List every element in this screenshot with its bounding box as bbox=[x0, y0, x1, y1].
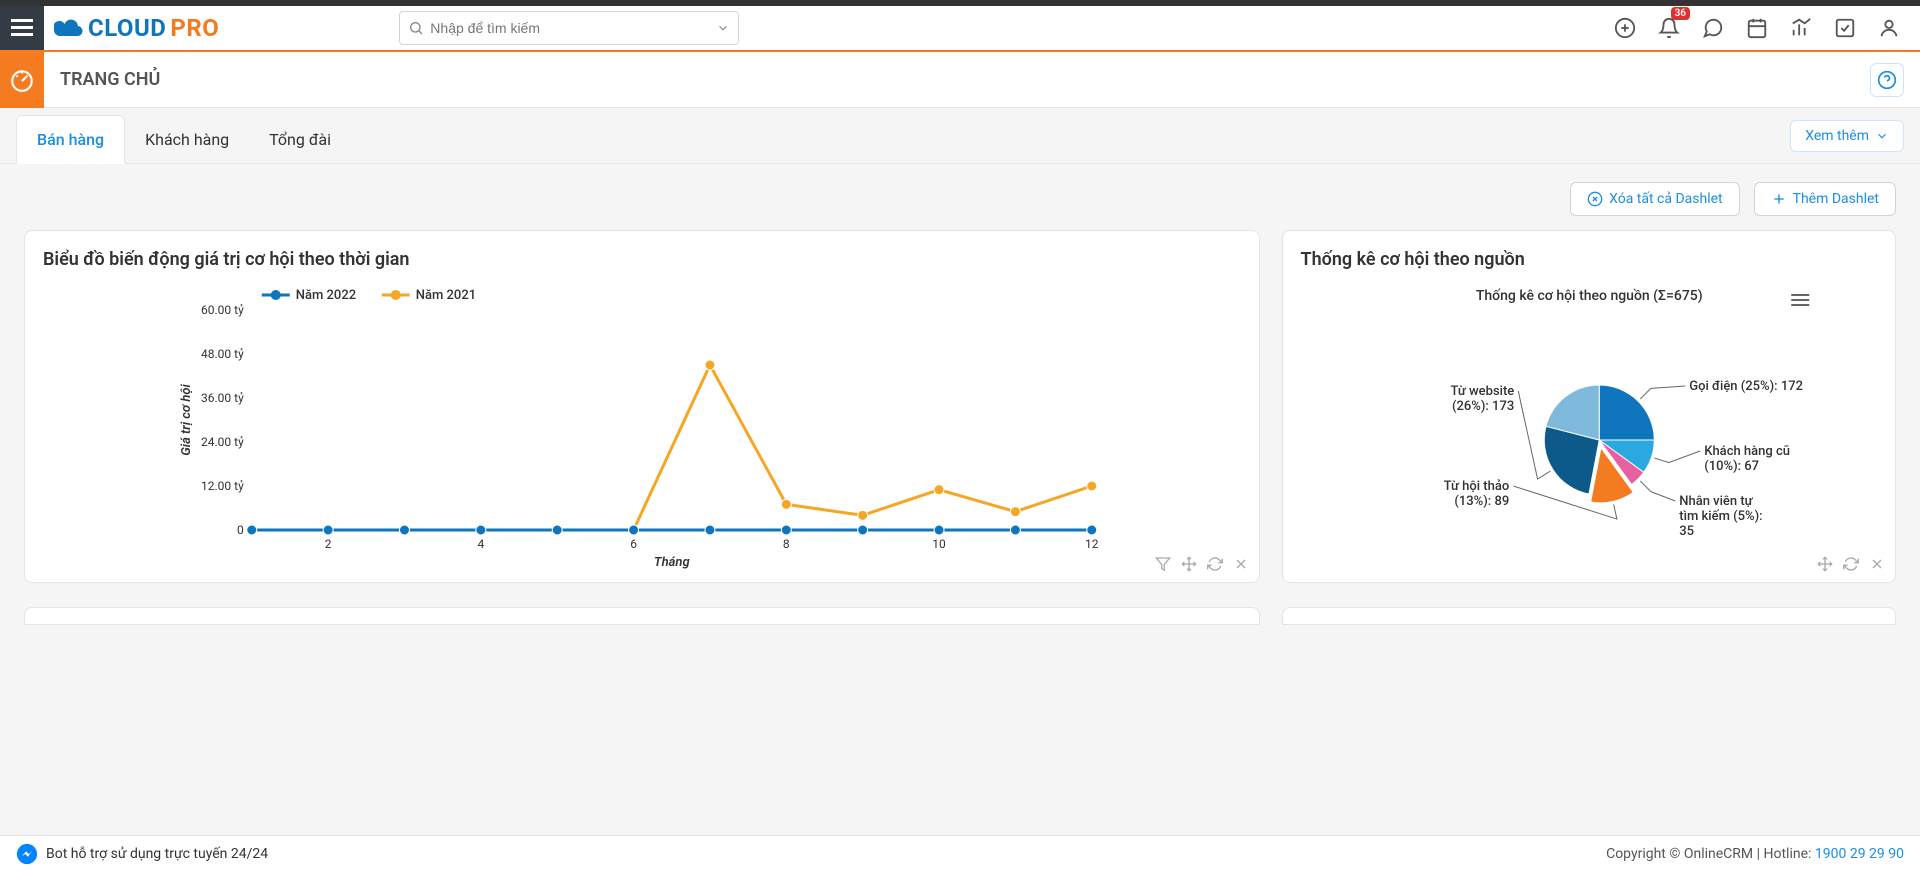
svg-text:Năm 2021: Năm 2021 bbox=[416, 288, 476, 303]
partial-card-2 bbox=[1282, 607, 1896, 625]
add-icon[interactable] bbox=[1614, 17, 1636, 39]
refresh-icon[interactable] bbox=[1843, 556, 1859, 576]
tab-tong-dai[interactable]: Tổng đài bbox=[249, 116, 351, 163]
user-icon[interactable] bbox=[1878, 17, 1900, 39]
footer: Bot hỗ trợ sử dụng trực tuyến 24/24 Copy… bbox=[0, 835, 1920, 871]
svg-text:Từ website: Từ website bbox=[1450, 384, 1514, 399]
logo-text-sub: PRO bbox=[170, 14, 219, 42]
svg-text:6: 6 bbox=[630, 537, 637, 551]
svg-text:Khách hàng cũ: Khách hàng cũ bbox=[1704, 444, 1790, 459]
svg-text:10: 10 bbox=[932, 537, 946, 551]
bot-label: Bot hỗ trợ sử dụng trực tuyến 24/24 bbox=[46, 846, 268, 862]
close-icon[interactable] bbox=[1233, 556, 1249, 576]
hotline-label: Hotline: bbox=[1764, 846, 1812, 862]
svg-text:24.00 tỷ: 24.00 tỷ bbox=[201, 435, 244, 449]
chevron-down-icon[interactable] bbox=[716, 21, 730, 35]
svg-text:12.00 tỷ: 12.00 tỷ bbox=[201, 479, 244, 493]
move-icon[interactable] bbox=[1817, 556, 1833, 576]
svg-text:tìm kiếm (5%):: tìm kiếm (5%): bbox=[1679, 509, 1762, 524]
line-chart-title: Biểu đồ biến động giá trị cơ hội theo th… bbox=[43, 249, 1241, 270]
bell-icon[interactable]: 36 bbox=[1658, 17, 1680, 39]
next-row-partial bbox=[0, 607, 1920, 685]
filter-icon[interactable] bbox=[1155, 556, 1171, 576]
task-icon[interactable] bbox=[1834, 17, 1856, 39]
topbar: CLOUDPRO 36 bbox=[0, 0, 1920, 50]
line-chart: Năm 2022 Năm 2021 0 12.00 tỷ 24.00 tỷ 36.00 t… bbox=[43, 280, 1241, 570]
svg-text:12: 12 bbox=[1085, 537, 1099, 551]
calendar-icon[interactable] bbox=[1746, 17, 1768, 39]
close-icon[interactable] bbox=[1869, 556, 1885, 576]
help-button[interactable] bbox=[1870, 63, 1904, 97]
hotline-number[interactable]: 1900 29 29 90 bbox=[1815, 846, 1904, 862]
svg-text:48.00 tỷ: 48.00 tỷ bbox=[201, 347, 244, 361]
notification-badge: 36 bbox=[1671, 7, 1690, 20]
search-icon bbox=[408, 20, 424, 36]
dashlet-area: Biểu đồ biến động giá trị cơ hội theo th… bbox=[0, 230, 1920, 607]
messenger-icon bbox=[16, 843, 38, 865]
svg-text:4: 4 bbox=[477, 537, 484, 551]
add-dashlet-button[interactable]: Thêm Dashlet bbox=[1754, 182, 1896, 216]
chat-icon[interactable] bbox=[1702, 17, 1724, 39]
dashlet-actions: Xóa tất cả Dashlet Thêm Dashlet bbox=[0, 164, 1920, 230]
line-chart-card: Biểu đồ biến động giá trị cơ hội theo th… bbox=[24, 230, 1260, 583]
svg-text:36.00 tỷ: 36.00 tỷ bbox=[201, 391, 244, 405]
cloud-icon bbox=[54, 17, 84, 39]
svg-text:Năm 2022: Năm 2022 bbox=[296, 288, 356, 303]
clear-dashlets-label: Xóa tất cả Dashlet bbox=[1609, 191, 1723, 207]
card-controls bbox=[1155, 556, 1249, 576]
svg-text:60.00 tỷ: 60.00 tỷ bbox=[201, 303, 244, 317]
card-controls bbox=[1817, 556, 1885, 576]
svg-text:(10%): 67: (10%): 67 bbox=[1704, 459, 1759, 474]
hamburger-icon bbox=[11, 19, 33, 37]
x-circle-icon bbox=[1587, 191, 1603, 207]
svg-text:Nhân viên tự: Nhân viên tự bbox=[1679, 494, 1753, 509]
tab-ban-hang[interactable]: Bán hàng bbox=[16, 115, 125, 164]
search-input[interactable] bbox=[430, 20, 716, 36]
svg-text:Gọi điện (25%): 172: Gọi điện (25%): 172 bbox=[1689, 379, 1803, 394]
logo[interactable]: CLOUDPRO bbox=[54, 14, 219, 42]
partial-card-1 bbox=[24, 607, 1260, 625]
pie-chart-card: Thống kê cơ hội theo nguồn Thống kê cơ h… bbox=[1282, 230, 1896, 583]
tabs: Bán hàng Khách hàng Tổng đài Xem thêm bbox=[0, 108, 1920, 164]
svg-text:35: 35 bbox=[1679, 524, 1694, 539]
svg-text:Giá trị cơ hội: Giá trị cơ hội bbox=[179, 383, 194, 455]
svg-text:Thống kê cơ hội theo nguồn (Σ=: Thống kê cơ hội theo nguồn (Σ=675) bbox=[1475, 288, 1702, 304]
logo-text-main: CLOUD bbox=[88, 14, 166, 42]
plus-icon bbox=[1771, 191, 1787, 207]
dashboard-icon[interactable] bbox=[0, 52, 44, 108]
svg-text:Từ hội thảo: Từ hội thảo bbox=[1443, 479, 1509, 494]
tab-khach-hang[interactable]: Khách hàng bbox=[125, 116, 249, 163]
svg-text:(13%): 89: (13%): 89 bbox=[1454, 494, 1509, 509]
svg-text:8: 8 bbox=[783, 537, 790, 551]
stats-icon[interactable] bbox=[1790, 17, 1812, 39]
refresh-icon[interactable] bbox=[1207, 556, 1223, 576]
global-search[interactable] bbox=[399, 11, 739, 45]
copyright: Copyright © OnlineCRM bbox=[1606, 846, 1753, 862]
move-icon[interactable] bbox=[1181, 556, 1197, 576]
bot-help[interactable]: Bot hỗ trợ sử dụng trực tuyến 24/24 bbox=[16, 843, 268, 865]
svg-text:0: 0 bbox=[237, 523, 244, 537]
chevron-down-icon bbox=[1875, 129, 1889, 143]
footer-right: Copyright © OnlineCRM | Hotline: 1900 29… bbox=[1606, 846, 1904, 862]
pie-chart: Thống kê cơ hội theo nguồn (Σ=675) Gọi đi… bbox=[1301, 280, 1877, 570]
view-more-button[interactable]: Xem thêm bbox=[1790, 120, 1904, 152]
page-header: TRANG CHỦ bbox=[0, 52, 1920, 108]
clear-dashlets-button[interactable]: Xóa tất cả Dashlet bbox=[1570, 182, 1740, 216]
svg-text:2: 2 bbox=[325, 537, 332, 551]
pie-chart-title: Thống kê cơ hội theo nguồn bbox=[1301, 249, 1877, 270]
svg-text:Tháng: Tháng bbox=[654, 555, 690, 570]
menu-toggle[interactable] bbox=[0, 6, 44, 50]
add-dashlet-label: Thêm Dashlet bbox=[1793, 191, 1879, 207]
view-more-label: Xem thêm bbox=[1805, 128, 1869, 144]
svg-text:(26%): 173: (26%): 173 bbox=[1452, 399, 1514, 414]
page-title: TRANG CHỦ bbox=[60, 69, 160, 90]
top-icon-bar: 36 bbox=[1614, 17, 1920, 39]
